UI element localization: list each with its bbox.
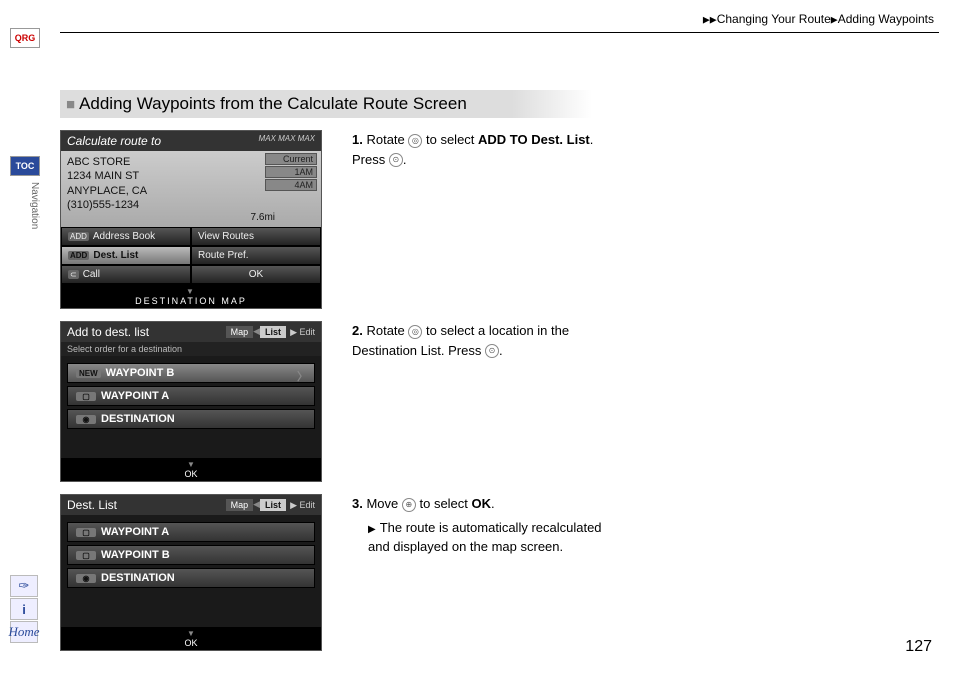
screenshot-dest-list: Dest. List Map◀List ▶ Edit ▢WAYPOINT A ▢… bbox=[60, 494, 322, 651]
tab-qrg[interactable]: QRG bbox=[10, 28, 40, 48]
btn-view-routes[interactable]: View Routes bbox=[191, 227, 321, 246]
step-3: 3. Move ⊕ to select OK. ▶The route is au… bbox=[352, 494, 612, 557]
screenshot-add-dest-list: Add to dest. list Map◀List ▶ Edit Select… bbox=[60, 321, 322, 482]
step-1: 1. Rotate ◎ to select ADD TO Dest. List.… bbox=[352, 130, 612, 169]
list-item[interactable]: ◉DESTINATION bbox=[67, 568, 315, 588]
info-icon[interactable]: i bbox=[10, 598, 38, 620]
press-icon: ⊙ bbox=[485, 344, 499, 358]
rotary-icon: ◎ bbox=[408, 325, 422, 339]
btn-ok[interactable]: OK bbox=[191, 265, 321, 284]
sidebar: QRG TOC Navigation bbox=[10, 28, 40, 229]
list-item[interactable]: ▢WAYPOINT A bbox=[67, 522, 315, 542]
home-icon[interactable]: Home bbox=[10, 621, 38, 643]
btn-dest-list[interactable]: ADDDest. List bbox=[61, 246, 191, 265]
tab-navigation[interactable]: Navigation bbox=[10, 178, 40, 229]
list-item[interactable]: ▢WAYPOINT A bbox=[67, 386, 315, 406]
tab-toc[interactable]: TOC bbox=[10, 156, 40, 176]
list-item[interactable]: ▢WAYPOINT B bbox=[67, 545, 315, 565]
btn-address-book[interactable]: ADDAddress Book bbox=[61, 227, 191, 246]
btn-call[interactable]: ⊂Call bbox=[61, 265, 191, 284]
press-icon: ⊙ bbox=[389, 153, 403, 167]
sidebar-footer-icons: ✑ i Home bbox=[10, 574, 40, 644]
voice-icon[interactable]: ✑ bbox=[10, 575, 38, 597]
screenshot-calculate-route: Calculate route to MAX MAX MAX ABC STORE… bbox=[60, 130, 322, 309]
list-item[interactable]: NEWWAYPOINT B〉 bbox=[67, 363, 315, 383]
btn-route-pref[interactable]: Route Pref. bbox=[191, 246, 321, 265]
header-rule bbox=[60, 32, 939, 33]
move-icon: ⊕ bbox=[402, 498, 416, 512]
step-2: 2. Rotate ◎ to select a location in the … bbox=[352, 321, 612, 360]
list-item[interactable]: ◉DESTINATION bbox=[67, 409, 315, 429]
section-heading: ■Adding Waypoints from the Calculate Rou… bbox=[60, 90, 592, 118]
breadcrumb: ▶▶Changing Your Route▶Adding Waypoints bbox=[703, 12, 934, 26]
page-number: 127 bbox=[905, 638, 932, 656]
rotary-icon: ◎ bbox=[408, 134, 422, 148]
